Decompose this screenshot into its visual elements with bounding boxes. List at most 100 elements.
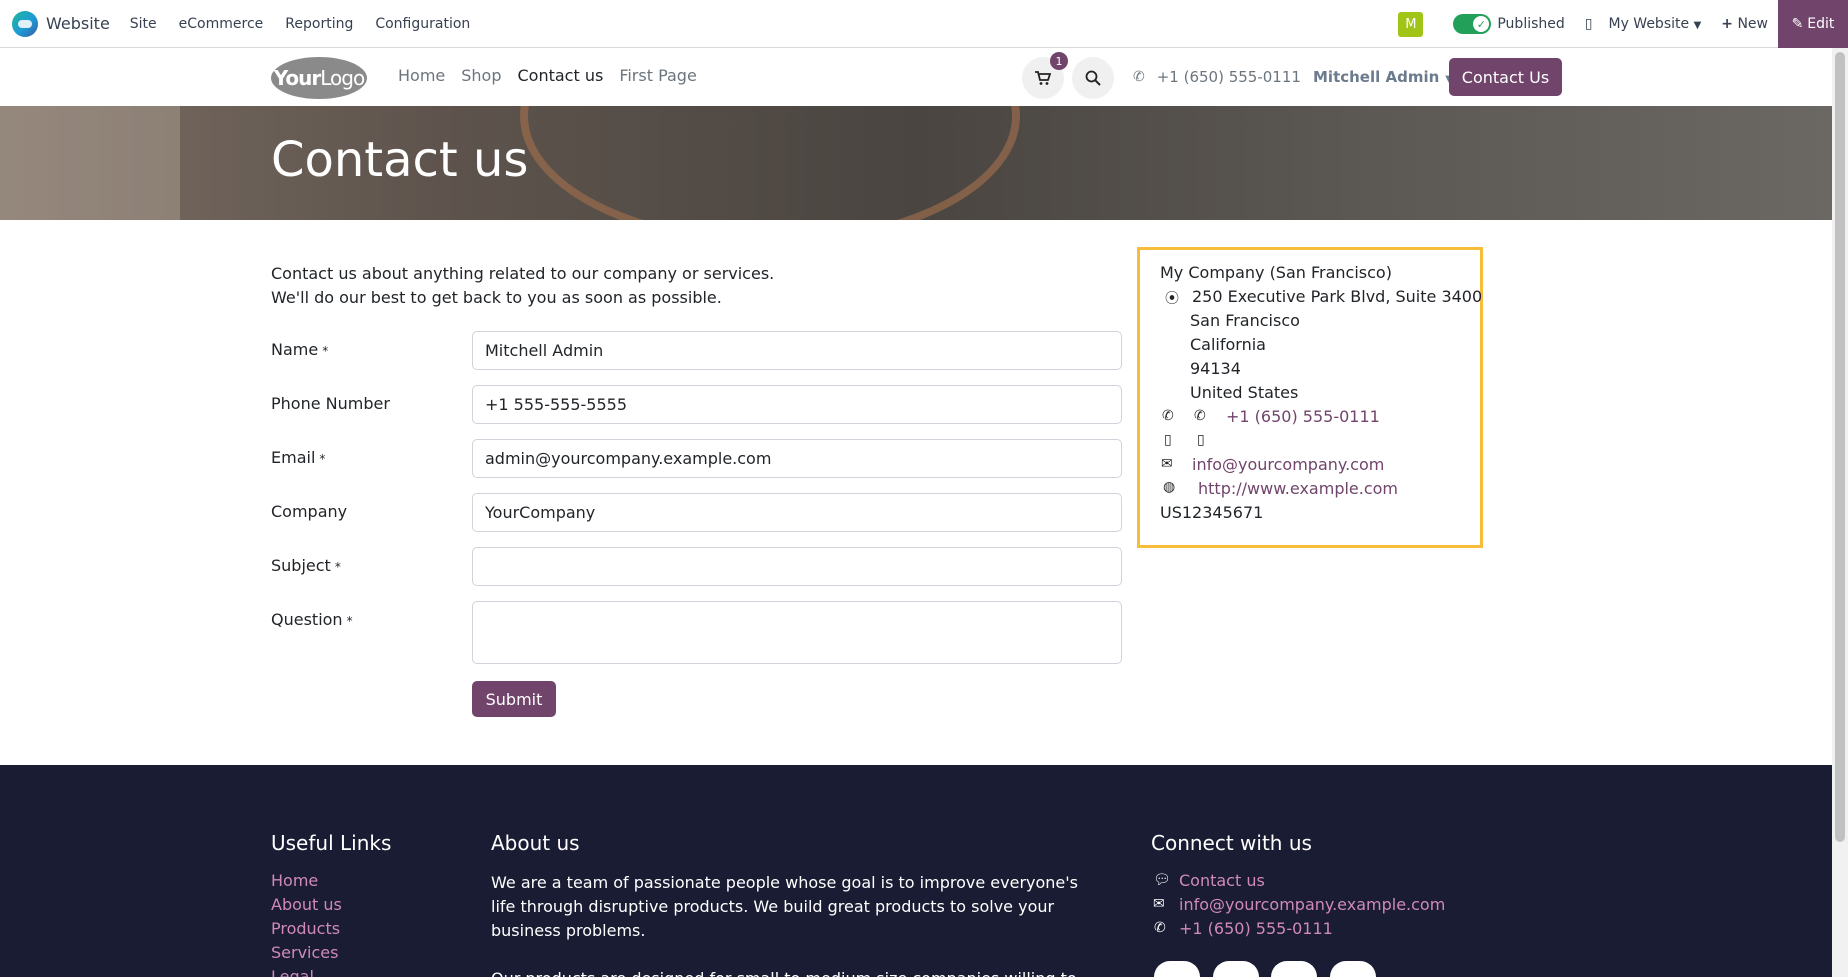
footer-phone-link[interactable]: +1 (650) 555-0111 [1179, 919, 1333, 938]
cart-count-badge: 1 [1050, 52, 1068, 70]
connect-title: Connect with us [1151, 831, 1312, 855]
contact-us-button[interactable]: Contact Us [1449, 58, 1562, 96]
logo-text-2: Logo [320, 66, 365, 90]
submit-button[interactable]: Submit [472, 681, 556, 717]
social-linkedin-icon[interactable] [1271, 961, 1317, 977]
intro-line-2: We'll do our best to get back to you as … [271, 288, 722, 307]
menu-configuration[interactable]: Configuration [375, 16, 470, 32]
about-line-3: business problems. [491, 921, 646, 940]
required-marker: * [346, 614, 353, 628]
email-label-text: Email [271, 448, 316, 467]
pencil-icon: ✎ [1791, 16, 1804, 32]
company-info-card: My Company (San Francisco) ⦿ 250 Executi… [1137, 247, 1483, 548]
footer-link-services[interactable]: Services [271, 943, 338, 962]
header-phone[interactable]: ✆ +1 (650) 555-0111 [1133, 68, 1301, 86]
company-city: San Francisco [1190, 311, 1300, 330]
phone-input[interactable]: +1 555-555-5555 [472, 385, 1122, 424]
banner-image-curve [520, 106, 1020, 220]
phone-icon: ✆ [1194, 408, 1206, 424]
menu-site[interactable]: Site [130, 16, 157, 32]
page-scrollbar[interactable] [1832, 48, 1848, 977]
intro-line-1: Contact us about anything related to our… [271, 264, 775, 283]
comment-icon: 💬︎ [1153, 872, 1171, 888]
question-label: Question * [271, 610, 353, 629]
company-label-text: Company [271, 502, 348, 521]
email-input[interactable]: admin@yourcompany.example.com [472, 439, 1122, 478]
logo-text-1: Your [273, 66, 321, 90]
company-zip: 94134 [1190, 359, 1241, 378]
required-marker: * [334, 560, 341, 574]
company-street: 250 Executive Park Blvd, Suite 3400 [1192, 287, 1483, 306]
subject-label-text: Subject [271, 556, 331, 575]
footer-link-legal[interactable]: Legal [271, 967, 314, 977]
company-input[interactable]: YourCompany [472, 493, 1122, 532]
map-marker-icon: ⦿ [1165, 291, 1179, 307]
new-button[interactable]: + New [1721, 16, 1768, 32]
banner-image-shade [0, 106, 180, 220]
scrollbar-thumb[interactable] [1835, 52, 1845, 842]
envelope-icon: ✉ [1161, 456, 1173, 472]
search-button[interactable] [1072, 57, 1114, 99]
app-name: Website [46, 14, 110, 33]
page-title: Contact us [271, 132, 529, 188]
email-label: Email * [271, 448, 325, 467]
company-phone-link[interactable]: +1 (650) 555-0111 [1226, 407, 1380, 426]
my-website-dropdown[interactable]: My Website ▼ [1608, 16, 1701, 32]
about-spacer [491, 943, 1078, 967]
company-country: United States [1190, 383, 1299, 402]
footer-email-link[interactable]: info@yourcompany.example.com [1179, 895, 1445, 914]
footer-link-products[interactable]: Products [271, 919, 340, 938]
site-header: Your Logo Home Shop Contact us First Page… [0, 48, 1832, 106]
social-facebook-icon[interactable] [1154, 961, 1200, 977]
published-toggle[interactable]: ✓ [1453, 14, 1492, 34]
caret-down-icon: ▼ [1693, 20, 1702, 31]
new-label: New [1737, 16, 1768, 32]
about-line-4: Our products are designed for small to m… [491, 967, 1078, 977]
phone-label: Phone Number [271, 394, 394, 413]
social-twitter-icon[interactable] [1213, 961, 1259, 977]
subject-label: Subject * [271, 556, 341, 575]
site-logo[interactable]: Your Logo [271, 57, 367, 99]
footer-link-about[interactable]: About us [271, 895, 342, 914]
nav-home[interactable]: Home [398, 66, 445, 85]
social-home-icon[interactable] [1330, 961, 1376, 977]
user-menu[interactable]: Mitchell Admin▼ [1313, 68, 1453, 86]
nav-contact-us[interactable]: Contact us [518, 66, 604, 85]
footer-link-home[interactable]: Home [271, 871, 318, 890]
app-brand[interactable]: Website [0, 0, 110, 48]
user-name: Mitchell Admin [1313, 68, 1440, 86]
phone-label-text: Phone Number [271, 394, 390, 413]
name-input[interactable]: Mitchell Admin [472, 331, 1122, 370]
company-vat: US12345671 [1160, 503, 1264, 522]
mobile-icon: ▯ [1164, 432, 1172, 448]
question-label-text: Question [271, 610, 343, 629]
my-website-label: My Website [1608, 16, 1690, 32]
search-icon [1085, 70, 1101, 86]
company-website-link[interactable]: http://www.example.com [1198, 479, 1398, 498]
footer-contact-link[interactable]: Contact us [1179, 871, 1265, 890]
nav-first-page[interactable]: First Page [619, 66, 697, 85]
company-email-link[interactable]: info@yourcompany.com [1192, 455, 1384, 474]
header-phone-number: +1 (650) 555-0111 [1156, 68, 1301, 86]
site-nav: Home Shop Contact us First Page [398, 66, 713, 85]
required-marker: * [322, 344, 329, 358]
nav-shop[interactable]: Shop [461, 66, 501, 85]
page-banner: Contact us [0, 106, 1832, 220]
user-avatar[interactable]: M [1398, 11, 1424, 37]
phone-icon: ✆ [1162, 408, 1174, 424]
published-label[interactable]: Published [1497, 16, 1564, 32]
phone-icon: ✆ [1133, 69, 1145, 85]
check-icon: ✓ [1473, 16, 1490, 32]
menu-ecommerce[interactable]: eCommerce [179, 16, 264, 32]
odoo-top-bar: Website Site eCommerce Reporting Configu… [0, 0, 1848, 48]
menu-reporting[interactable]: Reporting [285, 16, 353, 32]
about-line-1: We are a team of passionate people whose… [491, 873, 1078, 892]
edit-button[interactable]: ✎ Edit [1778, 0, 1848, 48]
subject-input[interactable] [472, 547, 1122, 586]
mobile-preview-icon[interactable]: ▯ [1585, 16, 1593, 32]
question-textarea[interactable] [472, 601, 1122, 664]
envelope-icon: ✉ [1153, 896, 1165, 912]
top-bar-actions: M ✓ Published ▯ My Website ▼ + New ✎ Edit [1398, 0, 1848, 48]
company-label: Company [271, 502, 351, 521]
plus-icon: + [1721, 16, 1733, 32]
